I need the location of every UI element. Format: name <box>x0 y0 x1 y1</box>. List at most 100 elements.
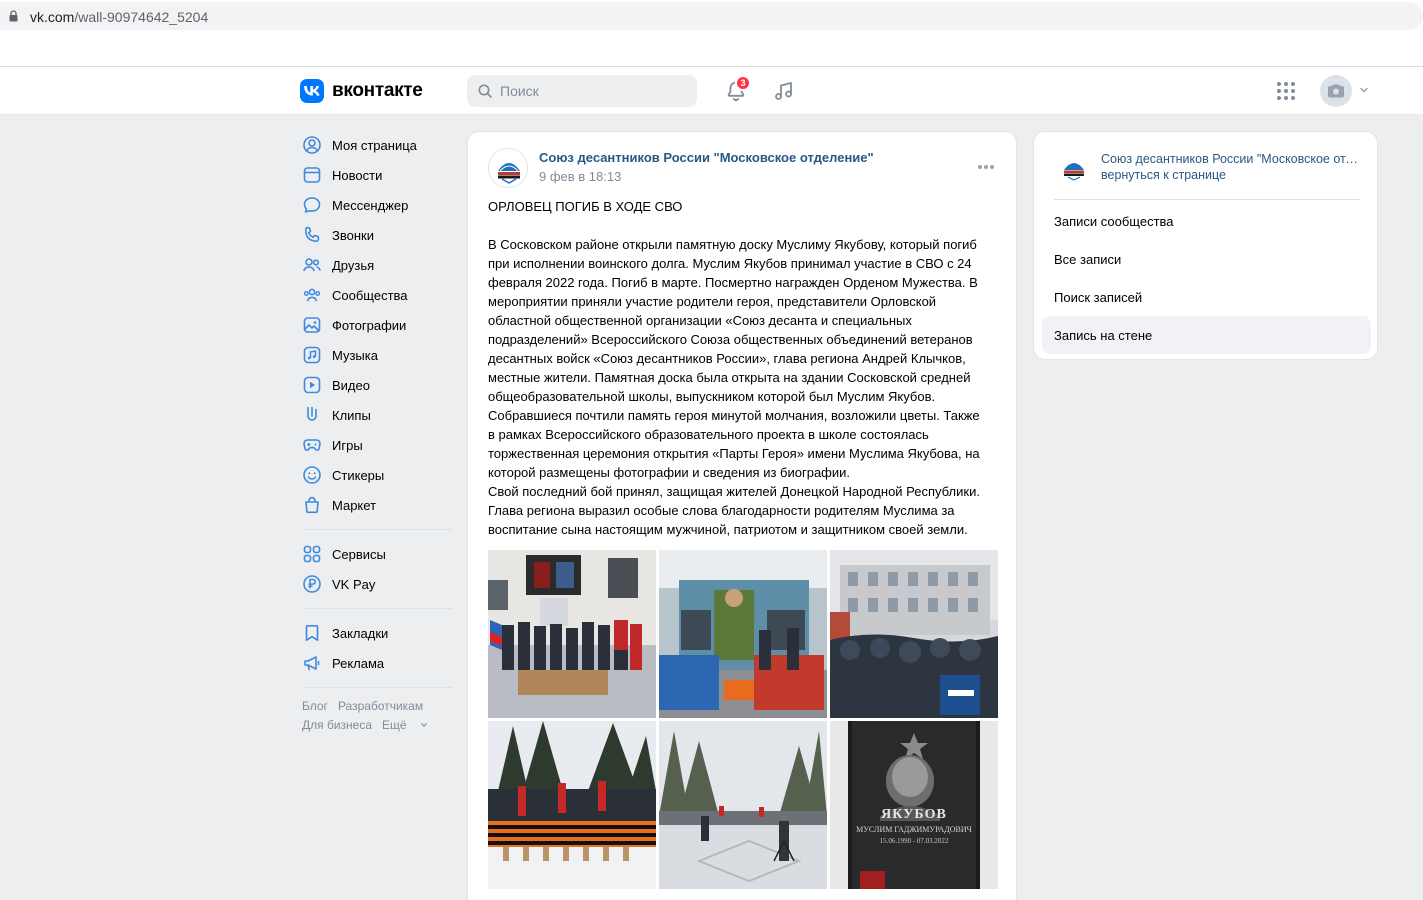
post-author-link[interactable]: Союз десантников России "Московское отде… <box>539 150 874 165</box>
post-photo-2[interactable] <box>659 550 827 718</box>
nav-item-label: Клипы <box>332 407 371 423</box>
nav-item-bookmark[interactable]: Закладки <box>300 618 452 648</box>
photo-winter-lineup <box>488 721 656 889</box>
post-photo-3[interactable] <box>830 550 998 718</box>
nav-item-label: Реклама <box>332 655 385 671</box>
nav-item-vkpay[interactable]: VK Pay <box>300 569 452 599</box>
post-date[interactable]: 9 фев в 18:13 <box>539 169 621 184</box>
nav-item-photo[interactable]: Фотографии <box>300 310 452 340</box>
music-icon <box>303 346 321 364</box>
search-box[interactable] <box>467 75 697 107</box>
wall-menu-item[interactable]: Поиск записей <box>1042 278 1371 316</box>
plaque-surname: ЯКУБОВ <box>881 807 947 822</box>
notifications-badge: 3 <box>735 75 751 91</box>
post-photo-6[interactable]: ЯКУБОВ МУСЛИМ ГАДЖИМУРАДОВИЧ 15.06.1990 … <box>830 721 998 889</box>
post-title: ОРЛОВЕЦ ПОГИБ В ХОДЕ СВО <box>488 199 683 214</box>
post-photo-5[interactable] <box>659 721 827 889</box>
vk-logo[interactable]: вконтакте <box>300 79 423 103</box>
browser-bar: vk.com/wall-90974642_5204 <box>0 0 1423 67</box>
friends-icon <box>303 258 321 272</box>
nav-group-extra: Закладки Реклама <box>300 618 452 678</box>
back-to-page-link[interactable]: вернуться к странице <box>1101 168 1226 182</box>
footer-link-more[interactable]: Ещё <box>382 718 428 732</box>
plaque-dates: 15.06.1990 - 07.03.2022 <box>879 837 949 845</box>
nav-item-label: Друзья <box>332 257 375 273</box>
vk-mark-icon <box>304 86 320 96</box>
nav-item-user-circle[interactable]: Моя страница <box>300 130 452 160</box>
nav-item-gamepad[interactable]: Игры <box>300 430 452 460</box>
profile-avatar[interactable] <box>1320 75 1352 107</box>
community-header: Союз десантников России "Московское отде… <box>1054 152 1360 200</box>
nav-item-smile[interactable]: Стикеры <box>300 460 452 490</box>
more-options-icon[interactable] <box>976 162 996 172</box>
vk-header: вконтакте 3 <box>0 67 1423 115</box>
megaphone-icon <box>304 656 320 671</box>
music-icon[interactable] <box>772 79 796 103</box>
nav-group-main: Моя страница Новости Мессенджер Звонки Друзь… <box>300 130 452 520</box>
nav-item-label: Сообщества <box>332 287 408 303</box>
wall-menu-item[interactable]: Все записи <box>1042 240 1371 278</box>
nav-item-services[interactable]: Сервисы <box>300 539 452 569</box>
nav-item-bag[interactable]: Маркет <box>300 490 452 520</box>
wall-menu-item[interactable]: Запись на стене <box>1042 316 1371 354</box>
search-icon <box>478 84 492 98</box>
nav-group-services: Сервисы VK Pay <box>300 539 452 599</box>
nav-item-news[interactable]: Новости <box>300 160 452 190</box>
nav-item-megaphone[interactable]: Реклама <box>300 648 452 678</box>
nav-footer: Блог Разработчикам Для бизнеса Ещё <box>302 697 452 735</box>
post-photo-4[interactable] <box>488 721 656 889</box>
community-avatar[interactable] <box>488 148 528 188</box>
photo-icon <box>303 317 321 333</box>
search-input[interactable] <box>500 75 690 107</box>
right-panel: Союз десантников России "Московское отде… <box>1033 131 1378 360</box>
paratroopers-emblem-icon <box>489 149 527 187</box>
wall-menu-item[interactable]: Записи сообщества <box>1042 202 1371 240</box>
url-domain: vk.com <box>30 9 75 25</box>
clips-icon <box>307 406 317 421</box>
left-nav: Моя страница Новости Мессенджер Звонки Друзь… <box>300 130 452 735</box>
nav-item-label: Игры <box>332 437 363 453</box>
bag-icon <box>305 496 319 514</box>
communities-icon <box>303 288 321 302</box>
lock-icon <box>9 10 18 22</box>
nav-item-video[interactable]: Видео <box>300 370 452 400</box>
nav-divider <box>302 529 452 530</box>
address-bar[interactable]: vk.com/wall-90974642_5204 <box>0 2 1423 30</box>
gamepad-icon <box>303 439 321 451</box>
wall-post: Союз десантников России "Московское отде… <box>467 131 1017 900</box>
nav-item-label: Стикеры <box>332 467 385 483</box>
nav-item-clips[interactable]: Клипы <box>300 400 452 430</box>
nav-item-friends[interactable]: Друзья <box>300 250 452 280</box>
footer-link-developers[interactable]: Разработчикам <box>338 699 423 713</box>
bookmark-icon <box>305 625 319 641</box>
nav-item-label: Моя страница <box>332 137 417 153</box>
nav-item-label: Новости <box>332 167 383 183</box>
nav-item-label: Закладки <box>332 625 389 641</box>
user-circle-icon <box>303 136 321 154</box>
apps-grid-icon[interactable] <box>1276 81 1296 101</box>
footer-link-business[interactable]: Для бизнеса <box>302 718 372 732</box>
nav-item-label: Сервисы <box>332 546 386 562</box>
camera-icon <box>1328 84 1344 98</box>
chevron-down-icon <box>420 723 427 727</box>
photo-crowd-school <box>830 550 998 718</box>
nav-item-phone[interactable]: Звонки <box>300 220 452 250</box>
post-text: В Сосковском районе открыли памятную дос… <box>488 237 980 537</box>
url-path: /wall-90974642_5204 <box>74 9 209 25</box>
nav-divider <box>302 608 452 609</box>
post-photo-1[interactable] <box>488 550 656 718</box>
video-icon <box>303 376 321 394</box>
nav-item-message[interactable]: Мессенджер <box>300 190 452 220</box>
smile-icon <box>303 466 321 484</box>
nav-item-label: VK Pay <box>332 576 376 592</box>
nav-item-music[interactable]: Музыка <box>300 340 452 370</box>
community-name-link[interactable]: Союз десантников России "Московское отде… <box>1101 152 1360 166</box>
nav-item-label: Мессенджер <box>332 197 409 213</box>
footer-link-blog[interactable]: Блог <box>302 699 328 713</box>
nav-item-communities[interactable]: Сообщества <box>300 280 452 310</box>
chevron-down-icon[interactable] <box>1359 85 1369 95</box>
phone-icon <box>304 226 320 243</box>
url-text[interactable]: vk.com/wall-90974642_5204 <box>30 9 208 25</box>
community-avatar-small[interactable] <box>1058 152 1090 184</box>
nav-item-label: Звонки <box>332 227 374 243</box>
